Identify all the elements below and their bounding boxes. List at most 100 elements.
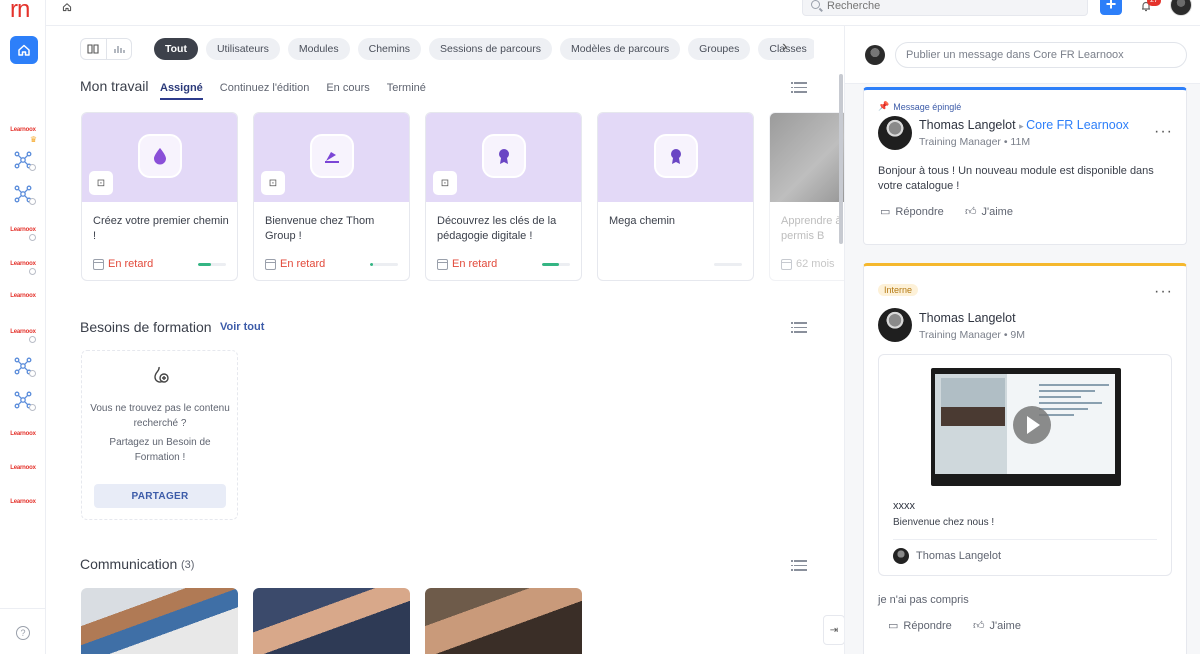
embed-subtitle: Bienvenue chez nous ! <box>893 517 995 528</box>
work-card[interactable]: ⊡ Découvrez les clés de la pédagogie dig… <box>425 112 582 281</box>
author-name[interactable]: Thomas Langelot <box>919 311 1016 325</box>
chip-all[interactable]: Tout <box>154 38 198 60</box>
home-button[interactable] <box>10 36 38 64</box>
rail-org-7[interactable]: Learnoox <box>8 456 38 480</box>
calendar-icon <box>781 258 792 270</box>
breadcrumb-home-icon[interactable] <box>62 2 72 15</box>
graduation-icon <box>310 134 354 178</box>
card-photo <box>770 113 844 202</box>
card-title: Mega chemin <box>609 215 676 227</box>
rail-org-2[interactable]: Learnoox <box>8 218 38 242</box>
comment-icon: ▭ <box>888 620 899 632</box>
status-text: 62 mois <box>796 258 835 270</box>
chip-path-templates[interactable]: Modèles de parcours <box>560 38 681 60</box>
reply-button[interactable]: ▭ Répondre <box>880 205 944 219</box>
main-scrollbar[interactable] <box>839 74 843 244</box>
more-options-icon[interactable]: ··· <box>1154 284 1173 300</box>
like-label: J'aime <box>989 619 1021 632</box>
work-card[interactable]: ⊡ Créez votre premier chemin ! En retard <box>81 112 238 281</box>
card-title: Découvrez les clés de la pédagogie digit… <box>437 215 557 242</box>
main-content: Tout Utilisateurs Modules Chemins Sessio… <box>46 26 844 654</box>
composer-avatar <box>865 45 885 65</box>
tab-done[interactable]: Terminé <box>387 82 426 100</box>
share-button[interactable]: PARTAGER <box>94 484 226 508</box>
card-title: Bienvenue chez Thom Group ! <box>265 215 375 242</box>
author-avatar[interactable] <box>878 308 912 342</box>
progress-bar <box>370 263 398 266</box>
group-link[interactable]: Core FR Learnoox <box>1026 118 1129 132</box>
search-input[interactable] <box>827 0 1077 15</box>
rail-network-2[interactable] <box>8 182 38 206</box>
list-view-icon[interactable] <box>791 560 807 571</box>
work-card[interactable]: ⊡ Bienvenue chez Thom Group ! En retard <box>253 112 410 281</box>
search-bar[interactable] <box>802 0 1088 16</box>
stats-view-icon[interactable] <box>107 39 132 59</box>
list-view-icon[interactable] <box>791 322 807 333</box>
chevron-right-icon[interactable]: › <box>782 38 787 56</box>
reply-button[interactable]: ▭ Répondre <box>888 619 952 633</box>
rail-org-1[interactable]: Learnoox ♛ <box>8 118 38 144</box>
tab-assigned[interactable]: Assigné <box>160 82 203 100</box>
section-title-communication: Communication <box>80 556 178 572</box>
rail-org-3[interactable]: Learnoox <box>8 252 38 276</box>
status-text: En retard <box>280 258 326 270</box>
tab-continue-editing[interactable]: Continuez l'édition <box>220 82 310 100</box>
communication-card-image[interactable] <box>253 588 410 654</box>
like-button[interactable]: 👍︎ J'aime <box>973 619 1021 633</box>
help-icon[interactable]: ? <box>16 626 30 640</box>
work-card[interactable]: Mega chemin <box>597 112 754 281</box>
author-avatar[interactable] <box>878 116 912 150</box>
tab-in-progress[interactable]: En cours <box>326 82 369 100</box>
rail-org-5[interactable]: Learnoox <box>8 320 38 344</box>
rail-network-3[interactable] <box>8 354 38 378</box>
communication-card-image[interactable] <box>81 588 238 654</box>
chip-modules[interactable]: Modules <box>287 38 350 60</box>
pinned-label: 📌 Message épinglé <box>878 101 961 112</box>
progress-bar <box>542 263 570 266</box>
author-name[interactable]: Thomas Langelot <box>919 118 1016 132</box>
comment-icon: ▭ <box>880 206 891 218</box>
chip-users[interactable]: Utilisateurs <box>205 38 280 60</box>
internal-tag: Interne <box>878 284 919 296</box>
communication-card-image[interactable] <box>425 588 582 654</box>
chip-groups[interactable]: Groupes <box>688 38 751 60</box>
notification-badge: 27 <box>1147 0 1161 6</box>
view-all-link[interactable]: Voir tout <box>220 321 264 333</box>
card-status: En retard <box>93 258 153 270</box>
rail-network-1[interactable] <box>8 148 38 172</box>
rail-org-8[interactable]: Learnoox <box>8 490 38 514</box>
chip-paths[interactable]: Chemins <box>357 38 422 60</box>
path-type-icon: ⊡ <box>433 171 457 195</box>
calendar-icon <box>93 258 104 270</box>
calendar-icon <box>265 258 276 270</box>
work-card[interactable]: Apprendre à conduire - permis B 62 mois <box>769 112 844 281</box>
section-title-training-needs: Besoins de formation <box>80 319 212 335</box>
create-button[interactable]: + <box>1100 0 1122 15</box>
org-logo: Learnoox <box>10 127 36 133</box>
need-text-2: Partagez un Besoin de Formation ! <box>109 437 211 463</box>
rail-org-6[interactable]: Learnoox <box>8 422 38 446</box>
lock-badge-icon <box>29 404 36 411</box>
status-text: En retard <box>108 258 154 270</box>
pinned-label-text: Message épinglé <box>893 101 962 112</box>
embed-author[interactable]: Thomas Langelot <box>916 550 1001 562</box>
collapse-feed-icon[interactable]: ⇥ <box>823 615 844 645</box>
author-role: Training Manager <box>919 136 1001 148</box>
embedded-content[interactable]: xxxx Bienvenue chez nous ! Thomas Langel… <box>878 354 1172 576</box>
rail-network-4[interactable] <box>8 388 38 412</box>
video-player[interactable] <box>931 368 1121 486</box>
list-view-icon[interactable] <box>791 82 807 93</box>
work-tabs: Assigné Continuez l'édition En cours Ter… <box>160 82 426 100</box>
book-view-icon[interactable] <box>81 39 107 59</box>
rail-org-4[interactable]: Learnoox <box>8 284 38 308</box>
org-logo: Learnoox <box>10 499 36 505</box>
app-logo[interactable]: rn <box>10 0 30 24</box>
post-input[interactable]: Publier un message dans Core FR Learnoox <box>895 42 1187 68</box>
play-icon[interactable] <box>1013 406 1051 444</box>
left-rail: rn Learnoox ♛ Learnoox Learnoox Learnoox… <box>0 0 46 654</box>
chip-path-sessions[interactable]: Sessions de parcours <box>429 38 553 60</box>
drop-icon <box>138 134 182 178</box>
like-button[interactable]: 👍︎ J'aime <box>965 205 1013 219</box>
user-avatar[interactable] <box>1170 0 1192 16</box>
more-options-icon[interactable]: ··· <box>1154 124 1173 140</box>
